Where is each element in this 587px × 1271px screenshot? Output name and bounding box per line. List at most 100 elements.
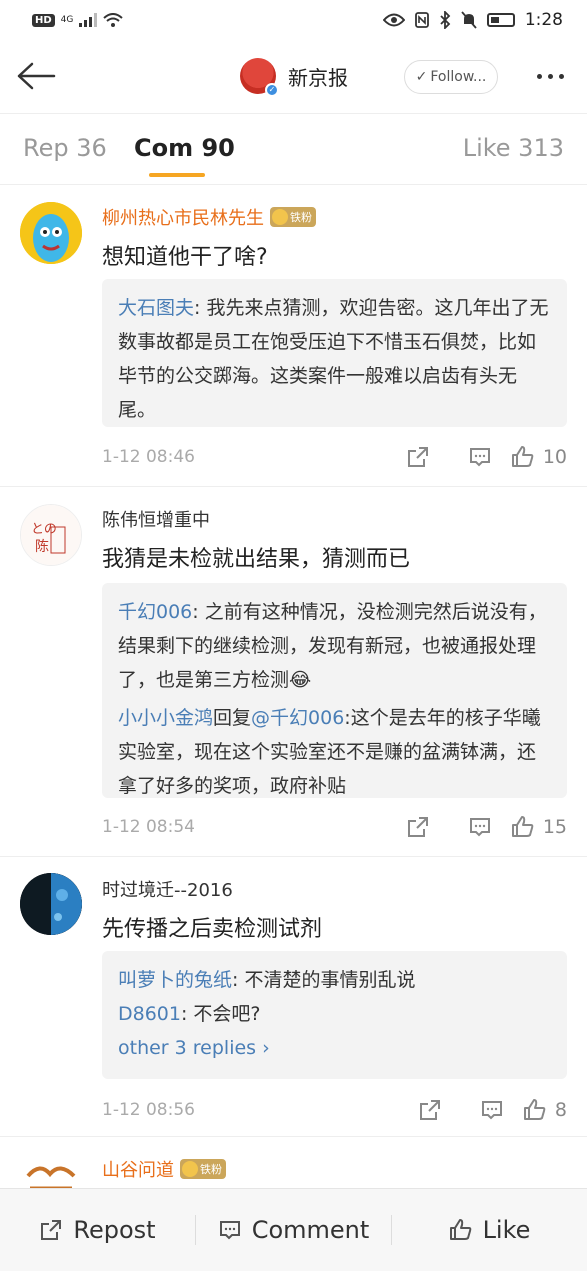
username-text: 陈伟恒增重中 [102,510,210,531]
reply-text: : 不清楚的事情别乱说 [232,969,416,991]
reply-line: 小小小金鸿回复@千幻006:这个是去年的核子华曦实验室，现在这个实验室还不是赚的… [118,701,551,803]
fan-badge: 铁粉 [180,1159,226,1179]
reply-button[interactable] [449,815,511,839]
tab-bar: Rep 36 Com 90 Like 313 [0,114,587,184]
reply-author[interactable]: 大石图夫 [118,297,194,319]
nfc-icon [414,12,429,28]
tab-comment[interactable]: Com 90 [134,134,235,162]
reply-mention[interactable]: @千幻006 [251,707,344,729]
mute-bell-icon [461,11,477,29]
avatar[interactable] [20,1154,82,1188]
username[interactable]: 柳州热心市民林先生 铁粉 [102,204,316,230]
tab-repost[interactable]: Rep 36 [23,134,107,162]
header: ✓ 新京报 ✓ Follow... [0,40,587,114]
like-bottom-button[interactable]: Like [392,1216,587,1244]
thumbs-up-icon [523,1099,546,1120]
dot-icon [547,73,553,79]
username[interactable]: 时过境迁--2016 [102,876,233,902]
reply-line: 叫萝卜的兔纸: 不清楚的事情别乱说 [118,963,551,997]
avatar-image: との 陈 [21,505,81,565]
fan-badge-label: 铁粉 [200,1163,222,1176]
reply-author[interactable]: 千幻006 [118,601,192,623]
brand-logo: ✓ [240,58,279,97]
like-button[interactable]: 15 [511,815,567,839]
comment-text: 先传播之后卖检测试剂 [102,917,323,942]
crown-icon [272,209,288,225]
thumbs-up-icon [511,816,534,837]
like-count: 10 [542,446,567,468]
like-button[interactable]: 10 [511,445,567,469]
repost-label: Repost [73,1216,156,1244]
svg-text:との: との [31,522,57,537]
thumbs-up-icon [511,446,534,467]
share-icon [407,817,428,837]
crown-icon [182,1161,198,1177]
avatar-image [20,202,82,264]
comment-text: 想知道他干了啥? [102,245,268,270]
battery-icon [486,13,515,27]
username-text: 山谷问道 [102,1160,174,1181]
reply-button[interactable] [461,1098,523,1122]
fan-badge-label: 铁粉 [290,211,312,224]
like-label: Like [482,1216,531,1244]
thumbs-up-icon [449,1219,471,1240]
comment-icon [481,1101,502,1120]
repost-button[interactable] [399,1098,461,1122]
reply-author[interactable]: 叫萝卜的兔纸 [118,969,232,991]
avatar[interactable] [20,202,82,264]
comment-footer: 1-12 08:56 8 [102,1095,567,1125]
dot-icon [558,73,564,79]
reply-line: 千幻006: 之前有这种情况，没检测完然后说没有，结果剩下的继续检测，发现有新冠… [118,595,551,697]
signal-icon [79,13,98,27]
share-icon [41,1220,62,1240]
username-text: 柳州热心市民林先生 [102,208,264,229]
account-name: 新京报 [288,65,348,90]
timestamp: 1-12 08:46 [102,447,195,467]
more-options-button[interactable] [526,60,574,92]
reply-box[interactable]: 大石图夫: 我先来点猜测，欢迎告密。这几年出了无数事故都是员工在饱受压迫下不惜玉… [102,279,567,427]
back-button[interactable] [14,56,58,96]
bottom-action-bar: Repost Comment Like [0,1188,587,1271]
eye-icon [382,13,405,27]
bluetooth-icon [440,11,451,29]
repost-button[interactable] [387,445,449,469]
reply-box[interactable]: 千幻006: 之前有这种情况，没检测完然后说没有，结果剩下的继续检测，发现有新冠… [102,583,567,798]
comment-icon [219,1221,240,1240]
network-type: 4G [60,15,74,25]
avatar[interactable] [20,873,82,935]
username[interactable]: 陈伟恒增重中 [102,506,210,532]
comment-icon [469,818,490,837]
repost-button[interactable] [387,815,449,839]
share-icon [419,1100,440,1120]
like-count: 15 [542,816,567,838]
reply-box[interactable]: 叫萝卜的兔纸: 不清楚的事情别乱说 D8601: 不会吧? other 3 re… [102,951,567,1079]
account-brand[interactable]: ✓ 新京报 [240,58,348,97]
comment-label: Comment [251,1216,370,1244]
reply-mid: 回复 [213,707,252,729]
comment-bottom-button[interactable]: Comment [196,1216,391,1244]
fan-badge: 铁粉 [270,207,316,227]
avatar-image [20,1154,82,1188]
more-replies-link[interactable]: other 3 replies › [118,1031,551,1065]
svg-text:陈: 陈 [35,538,49,555]
follow-label: Follow... [430,69,487,85]
reply-author[interactable]: D8601 [118,1003,181,1025]
username[interactable]: 山谷问道 铁粉 [102,1156,226,1182]
reply-author[interactable]: 小小小金鸿 [118,707,213,729]
timestamp: 1-12 08:54 [102,817,195,837]
reply-line: D8601: 不会吧? [118,997,551,1031]
reply-line: 大石图夫: 我先来点猜测，欢迎告密。这几年出了无数事故都是员工在饱受压迫下不惜玉… [118,291,551,427]
repost-bottom-button[interactable]: Repost [0,1216,195,1244]
tab-like[interactable]: Like 313 [463,134,564,162]
like-button[interactable]: 8 [523,1098,567,1122]
check-icon: ✓ [415,69,428,85]
comment-icon [469,448,490,467]
hd-badge: HD [32,13,55,27]
comment-item: 时过境迁--2016 先传播之后卖检测试剂 叫萝卜的兔纸: 不清楚的事情别乱说 … [0,857,587,1137]
follow-button[interactable]: ✓ Follow... [404,60,498,94]
reply-button[interactable] [449,445,511,469]
comment-footer: 1-12 08:46 10 [102,442,567,472]
avatar[interactable]: との 陈 [20,504,82,566]
wifi-icon [103,13,124,27]
username-text: 时过境迁--2016 [102,880,233,901]
